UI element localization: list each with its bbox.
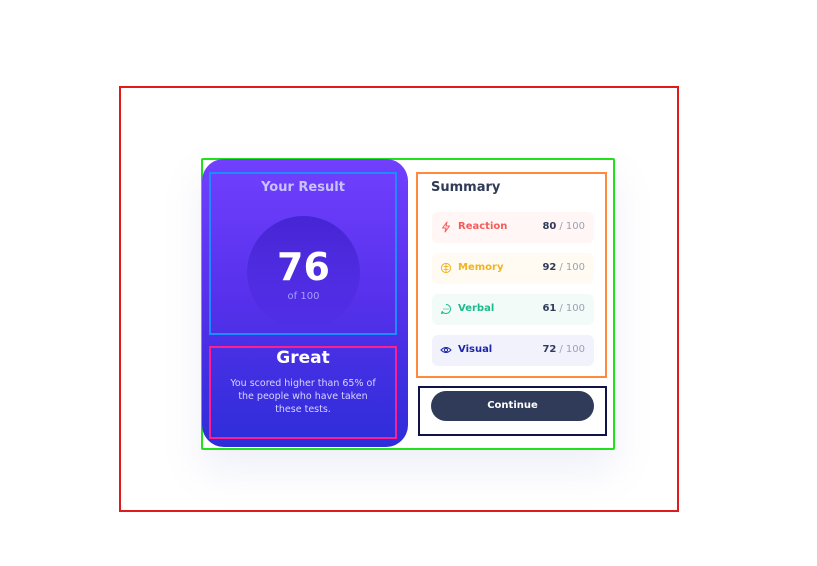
summary-item-value: 80/ 100	[542, 221, 585, 232]
rating-title: Great	[276, 348, 330, 368]
summary-item-score: 92	[542, 262, 557, 273]
summary-item-max: / 100	[559, 303, 585, 314]
continue-button[interactable]: Continue	[431, 391, 594, 421]
summary-item-verbal: Verbal 61/ 100	[432, 294, 594, 325]
summary-item-reaction: Reaction 80/ 100	[432, 212, 594, 243]
summary-item-score: 80	[542, 221, 557, 232]
summary-item-max: / 100	[559, 344, 585, 355]
summary-item-label: Memory	[458, 262, 504, 273]
summary-item-visual: Visual 72/ 100	[432, 335, 594, 366]
rating-description: You scored higher than 65% of the people…	[230, 378, 376, 415]
summary-item-value: 72/ 100	[542, 344, 585, 355]
summary-item-max: / 100	[559, 262, 585, 273]
chat-icon	[441, 304, 451, 314]
summary-item-label: Reaction	[458, 221, 508, 232]
eye-icon	[440, 347, 452, 353]
brain-icon	[440, 262, 452, 274]
score-of-label: of 100	[287, 291, 320, 302]
summary-item-memory: Memory 92/ 100	[432, 253, 594, 284]
summary-item-max: / 100	[559, 221, 585, 232]
summary-item-score: 72	[542, 344, 557, 355]
lightning-icon	[442, 221, 450, 233]
summary-item-value: 92/ 100	[542, 262, 585, 273]
summary-title: Summary	[431, 180, 501, 195]
summary-item-value: 61/ 100	[542, 303, 585, 314]
summary-item-label: Verbal	[458, 303, 495, 314]
summary-item-label: Visual	[458, 344, 493, 355]
summary-item-score: 61	[542, 303, 557, 314]
result-title: Your Result	[261, 180, 345, 195]
score-value: 76	[277, 245, 330, 289]
